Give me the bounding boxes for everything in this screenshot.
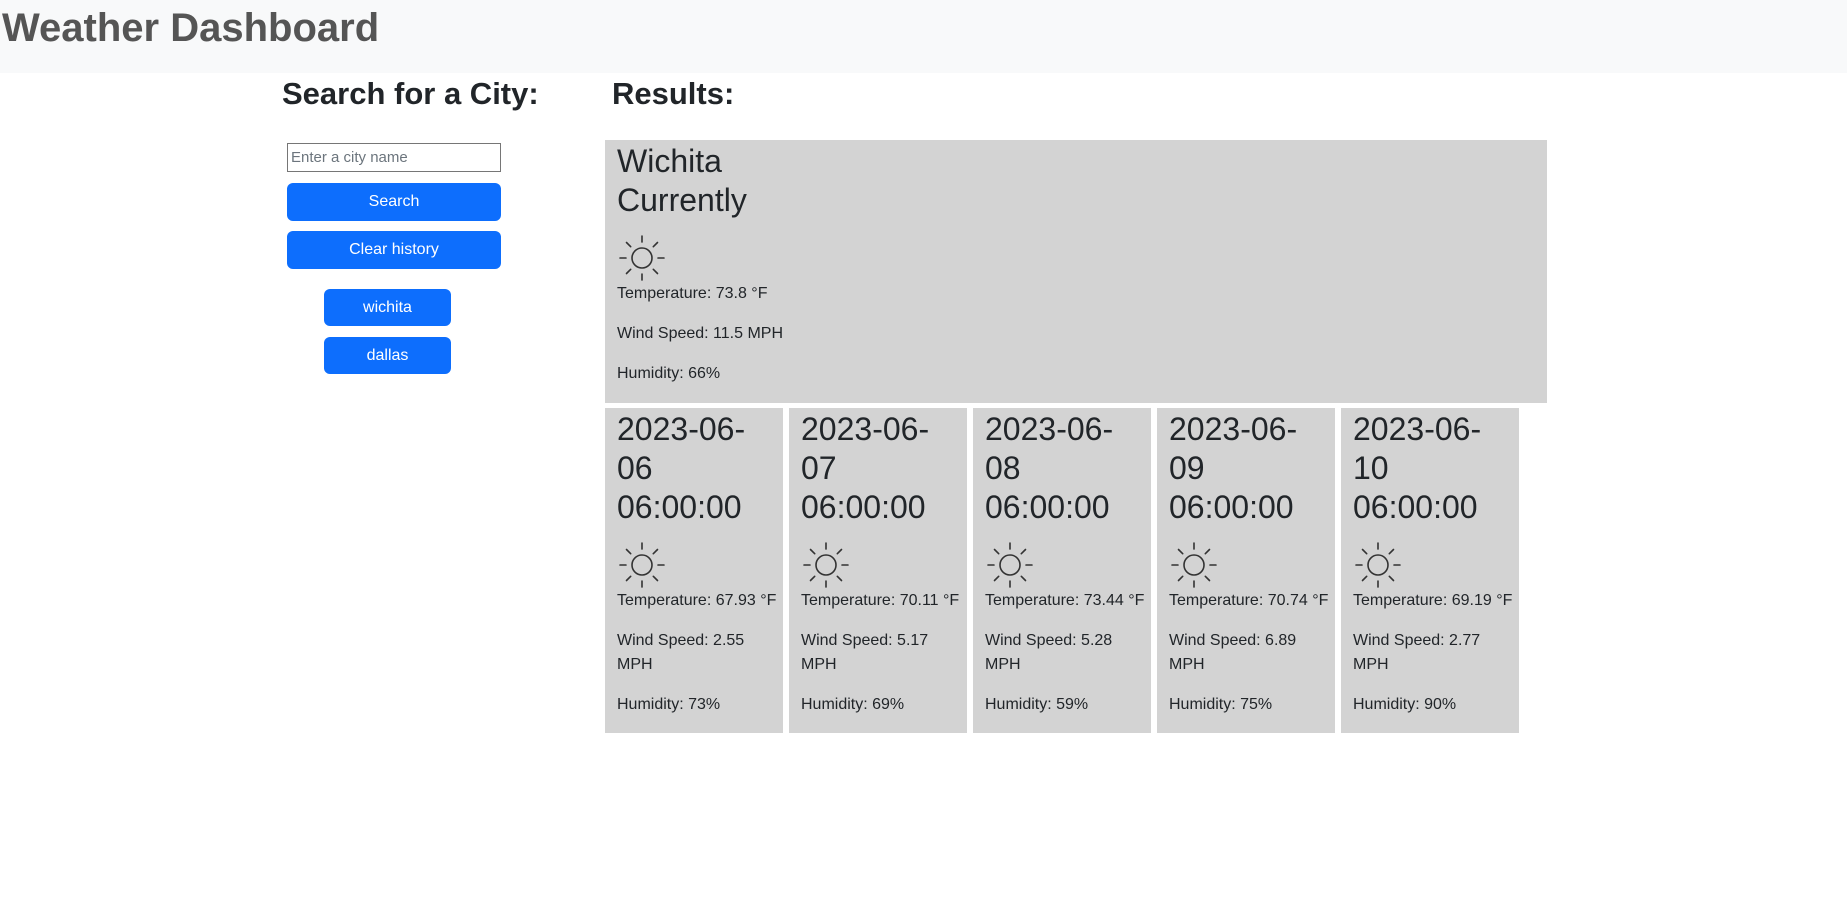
- forecast-card: 2023-06-09 06:00:00 Temperature: 70.74 °…: [1157, 408, 1335, 733]
- current-weather-card: Wichita Currently Temperature: 73.8 °F W…: [605, 140, 1547, 403]
- forecast-wind-speed: Wind Speed: 2.55 MPH: [617, 632, 745, 673]
- forecast-temperature: Temperature: 73.44 °F: [985, 592, 1145, 609]
- forecast-humidity: Humidity: 59%: [985, 696, 1089, 713]
- current-temperature: Temperature: 73.8 °F: [617, 285, 768, 302]
- forecast-date: 2023-06-10 06:00:00: [1353, 411, 1482, 525]
- forecast-card: 2023-06-10 06:00:00 Temperature: 69.19 °…: [1341, 408, 1519, 733]
- forecast-temperature: Temperature: 70.11 °F: [801, 592, 960, 609]
- forecast-date: 2023-06-06 06:00:00: [617, 411, 746, 525]
- history-city-button[interactable]: wichita: [324, 289, 451, 326]
- forecast-temperature: Temperature: 69.19 °F: [1353, 592, 1513, 609]
- forecast-humidity: Humidity: 90%: [1353, 696, 1457, 713]
- page-title: Weather Dashboard: [2, 6, 380, 50]
- forecast-card: 2023-06-08 06:00:00 Temperature: 73.44 °…: [973, 408, 1151, 733]
- forecast-temperature: Temperature: 70.74 °F: [1169, 592, 1329, 609]
- clear-history-button[interactable]: Clear history: [287, 231, 501, 269]
- current-wind-speed: Wind Speed: 11.5 MPH: [617, 325, 784, 342]
- forecast-card: 2023-06-07 06:00:00 Temperature: 70.11 °…: [789, 408, 967, 733]
- forecast-date: 2023-06-08 06:00:00: [985, 411, 1114, 525]
- forecast-wind-speed: Wind Speed: 5.17 MPH: [801, 632, 929, 673]
- search-heading: Search for a City:: [282, 76, 539, 111]
- forecast-temperature: Temperature: 67.93 °F: [617, 592, 777, 609]
- sun-icon: [987, 542, 1033, 588]
- forecast-wind-speed: Wind Speed: 2.77 MPH: [1353, 632, 1481, 673]
- forecast-date: 2023-06-09 06:00:00: [1169, 411, 1298, 525]
- forecast-card: 2023-06-06 06:00:00 Temperature: 67.93 °…: [605, 408, 783, 733]
- current-humidity: Humidity: 66%: [617, 365, 721, 382]
- current-subtitle: Currently: [617, 182, 747, 218]
- sun-icon: [1171, 542, 1217, 588]
- city-search-input[interactable]: [287, 143, 501, 172]
- sun-icon: [803, 542, 849, 588]
- sun-icon: [1355, 542, 1401, 588]
- sun-icon: [619, 235, 665, 281]
- forecast-wind-speed: Wind Speed: 6.89 MPH: [1169, 632, 1297, 673]
- current-city-name: Wichita: [617, 143, 722, 179]
- top-bar: Weather Dashboard: [0, 0, 1847, 73]
- forecast-wind-speed: Wind Speed: 5.28 MPH: [985, 632, 1113, 673]
- forecast-humidity: Humidity: 75%: [1169, 696, 1273, 713]
- history-city-button[interactable]: dallas: [324, 337, 451, 374]
- sun-icon: [619, 542, 665, 588]
- forecast-humidity: Humidity: 73%: [617, 696, 721, 713]
- forecast-humidity: Humidity: 69%: [801, 696, 905, 713]
- forecast-date: 2023-06-07 06:00:00: [801, 411, 930, 525]
- search-button[interactable]: Search: [287, 183, 501, 221]
- results-heading: Results:: [612, 76, 735, 111]
